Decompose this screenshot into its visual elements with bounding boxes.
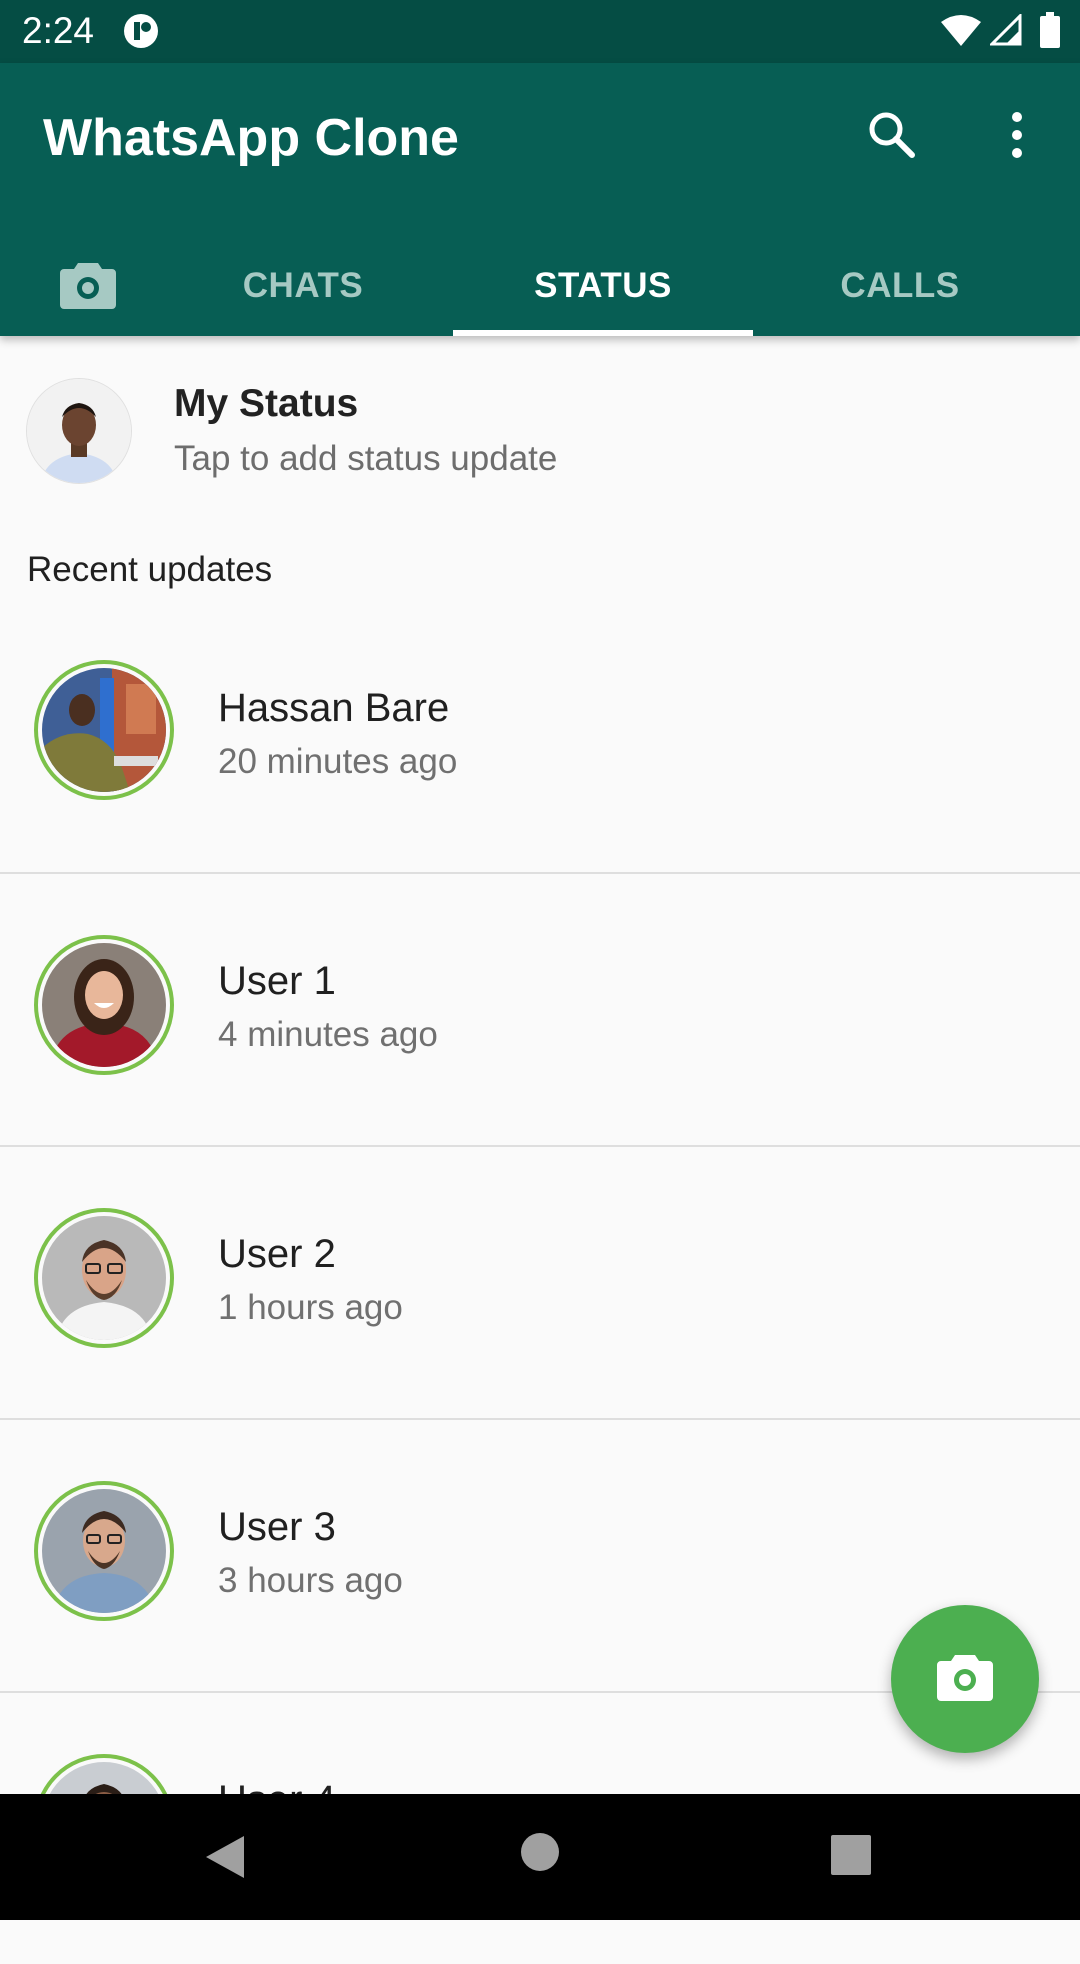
status-item[interactable]: User 1 4 minutes ago xyxy=(0,873,1080,1147)
status-ring xyxy=(34,660,174,800)
recents-icon[interactable] xyxy=(830,1834,872,1881)
tab-status[interactable]: STATUS xyxy=(453,235,753,336)
app-bar: WhatsApp Clone CHATS STATUS CALLS xyxy=(0,63,1080,336)
status-time: 4 minutes ago xyxy=(218,1015,438,1054)
status-time: 1 hours ago xyxy=(218,1288,403,1327)
my-status-row[interactable]: My Status Tap to add status update xyxy=(0,336,1080,516)
camera-icon xyxy=(936,1651,994,1708)
contact-name: User 1 xyxy=(218,959,336,1003)
wifi-icon xyxy=(940,14,982,51)
avatar xyxy=(42,1216,166,1340)
clock: 2:24 xyxy=(22,10,95,51)
system-status-bar: 2:24 xyxy=(0,0,1080,63)
tab-calls[interactable]: CALLS xyxy=(750,235,1050,336)
status-ring xyxy=(34,1208,174,1348)
status-item[interactable]: Hassan Bare 20 minutes ago xyxy=(0,600,1080,874)
avatar xyxy=(42,943,166,1067)
camera-icon xyxy=(60,263,116,315)
contact-name: User 2 xyxy=(218,1232,336,1276)
status-item[interactable]: User 2 1 hours ago xyxy=(0,1146,1080,1420)
system-nav-bar xyxy=(0,1794,1080,1920)
my-avatar xyxy=(26,378,132,484)
status-time: 20 minutes ago xyxy=(218,742,458,781)
contact-name: User 3 xyxy=(218,1505,336,1549)
app-title: WhatsApp Clone xyxy=(43,109,459,167)
battery-icon xyxy=(1040,12,1060,53)
back-icon[interactable] xyxy=(204,1834,246,1885)
tab-chats[interactable]: CHATS xyxy=(153,235,453,336)
new-status-camera-button[interactable] xyxy=(891,1605,1039,1753)
tab-bar: CHATS STATUS CALLS xyxy=(0,235,1080,336)
more-options-icon[interactable] xyxy=(1000,109,1034,166)
signal-icon xyxy=(988,12,1022,51)
notification-icon xyxy=(122,12,160,55)
home-icon[interactable] xyxy=(520,1832,560,1877)
status-ring xyxy=(34,1481,174,1621)
status-ring xyxy=(34,935,174,1075)
recent-updates-header: Recent updates xyxy=(27,550,273,589)
status-time: 3 hours ago xyxy=(218,1561,403,1600)
avatar xyxy=(42,668,166,792)
my-status-hint: Tap to add status update xyxy=(174,439,558,478)
tab-camera[interactable] xyxy=(60,259,116,316)
avatar xyxy=(42,1489,166,1613)
search-icon[interactable] xyxy=(866,109,918,166)
my-status-title: My Status xyxy=(174,382,359,425)
contact-name: Hassan Bare xyxy=(218,686,450,730)
